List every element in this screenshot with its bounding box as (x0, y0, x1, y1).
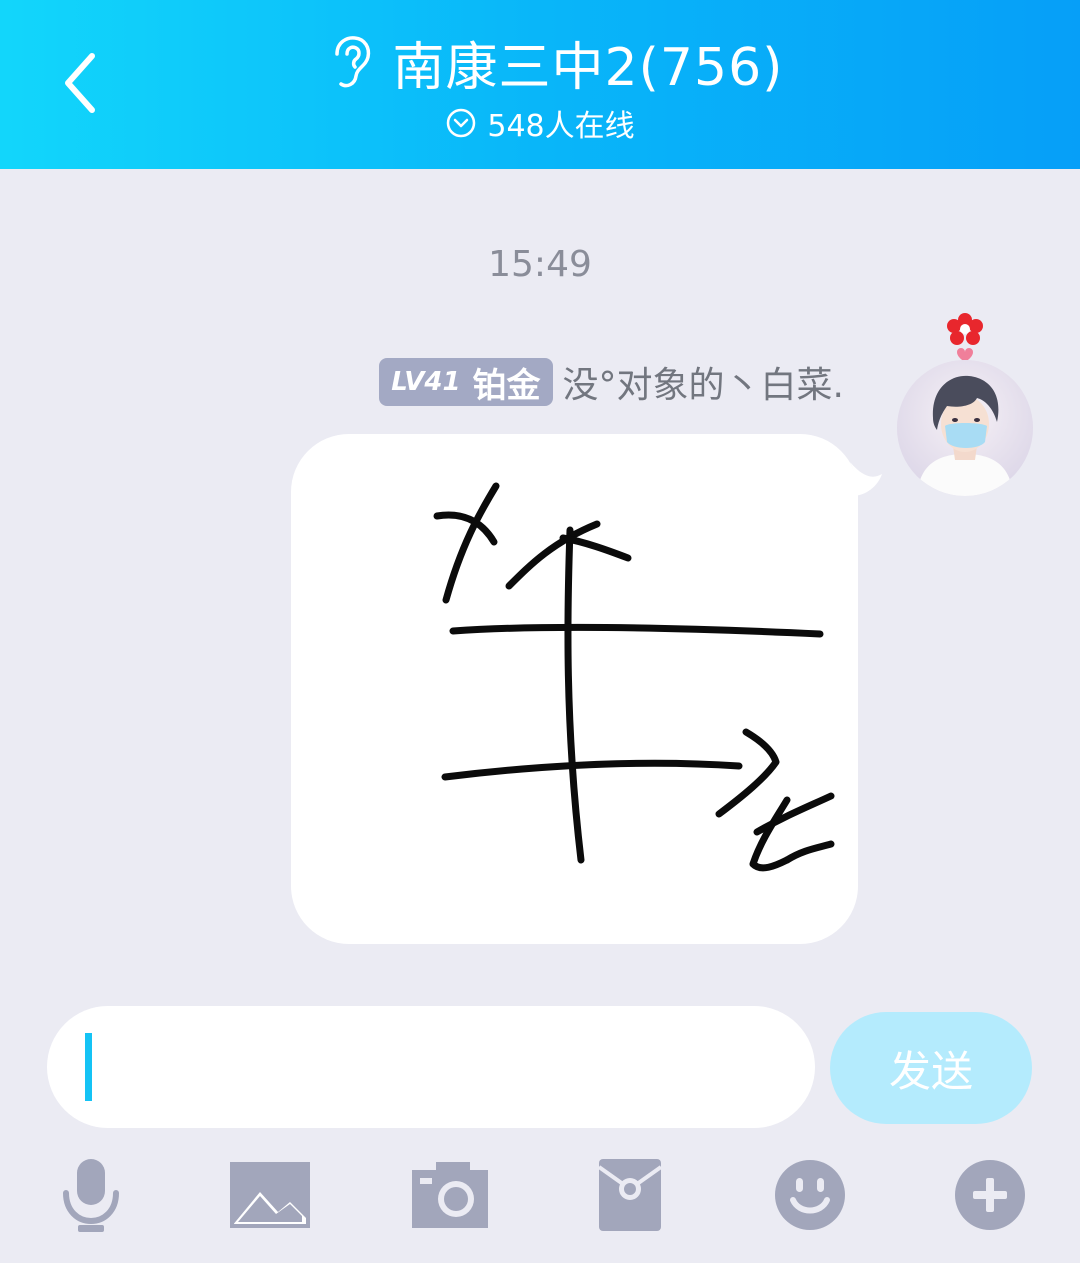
voice-button[interactable] (46, 1150, 136, 1240)
x-letter-stroke-2 (442, 482, 500, 604)
emoji-button[interactable] (765, 1150, 855, 1240)
flower-pendant-icon (947, 313, 983, 362)
message-bubble[interactable] (291, 434, 858, 944)
input-toolbar (0, 1150, 1080, 1250)
chevron-down-circle-icon (447, 108, 476, 138)
chat-header: 南康三中2(756) 548人在线 (0, 0, 1080, 169)
badge-level: LV41 (391, 367, 461, 397)
t-letter-stroke-2 (753, 792, 835, 836)
group-title: 南康三中2(756) (392, 37, 784, 98)
sender-avatar[interactable] (897, 312, 1037, 497)
text-caret (85, 1033, 92, 1101)
plus-icon (955, 1160, 1025, 1230)
t-letter-stroke-3 (783, 840, 835, 864)
send-button[interactable]: 发送 (830, 1012, 1032, 1124)
red-envelope-button[interactable] (585, 1150, 675, 1240)
vertical-arrow-left (505, 520, 601, 590)
sender-name[interactable]: 没°对象的丶白菜. (563, 356, 844, 408)
camera-button[interactable] (405, 1150, 495, 1240)
bubble-tail (850, 462, 882, 496)
message-input[interactable] (47, 1006, 815, 1128)
image-icon (230, 1162, 310, 1228)
vertical-axis (564, 526, 585, 864)
badge-rank: 铂金 (472, 365, 541, 406)
microphone-icon (63, 1159, 119, 1232)
more-button[interactable] (945, 1150, 1035, 1240)
image-button[interactable] (225, 1150, 315, 1240)
horizontal-arrow-head (715, 728, 780, 818)
sender-meta: LV41 铂金 没°对象的丶白菜. (379, 356, 844, 408)
upper-horizontal-line (449, 623, 824, 638)
ear-icon (334, 36, 370, 88)
camera-icon (412, 1162, 488, 1228)
avatar-portrait (897, 360, 1033, 496)
title-row[interactable]: 南康三中2(756) (0, 26, 1080, 98)
horizontal-axis (441, 759, 743, 781)
emoji-icon (775, 1160, 845, 1230)
handwriting-drawing (433, 482, 835, 872)
avatar (897, 360, 1033, 496)
online-count: 548人在线 (487, 109, 635, 144)
online-status[interactable]: 548人在线 (0, 102, 1080, 144)
red-envelope-icon (597, 1159, 663, 1231)
message-timestamp: 15:49 (488, 244, 592, 285)
member-level-badge: LV41 铂金 (379, 358, 553, 406)
